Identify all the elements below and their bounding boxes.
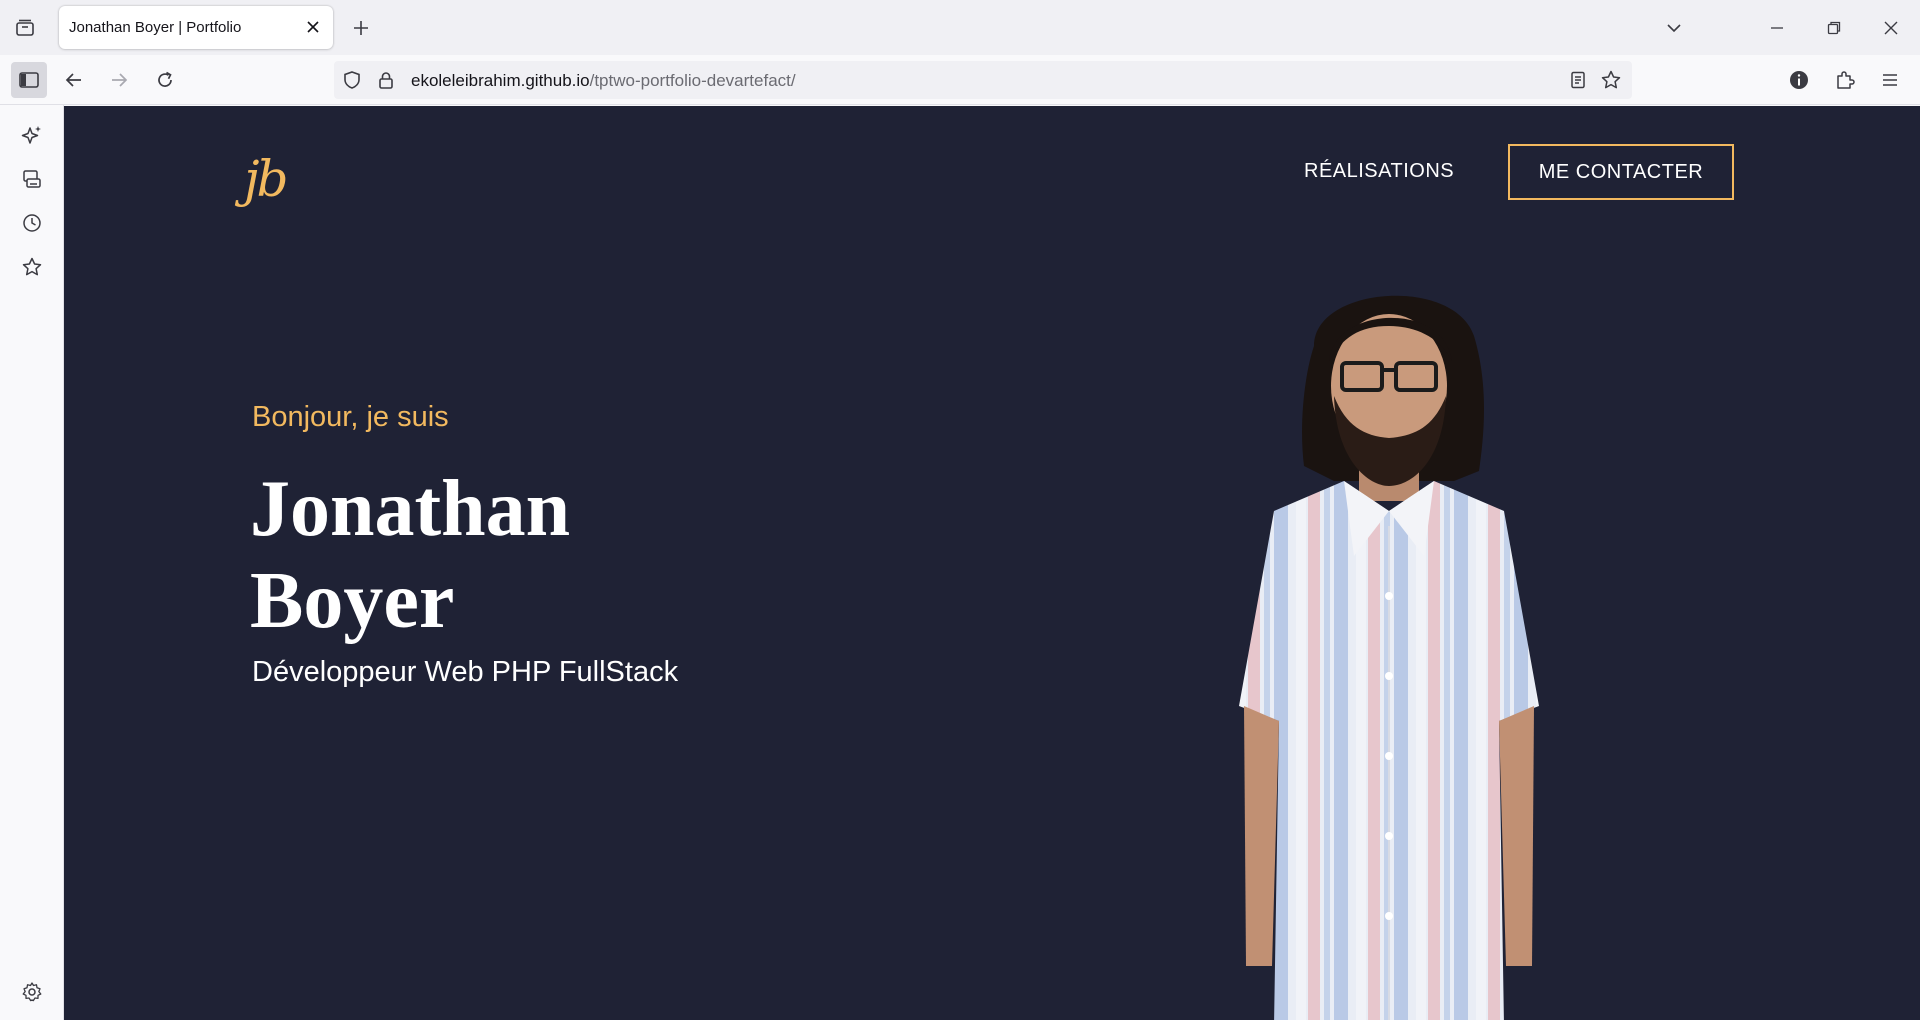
reload-icon[interactable] bbox=[147, 62, 183, 98]
url-path: /tptwo-portfolio-devartefact/ bbox=[589, 71, 796, 90]
sidebar bbox=[0, 105, 64, 1020]
reader-view-icon[interactable] bbox=[1568, 70, 1588, 95]
chevron-down-icon[interactable] bbox=[1659, 13, 1689, 43]
portrait-photo bbox=[1239, 295, 1539, 1020]
hero-name: Jonathan Boyer bbox=[250, 463, 570, 647]
synced-tabs-icon[interactable] bbox=[16, 163, 48, 195]
bookmarks-star-icon[interactable] bbox=[16, 251, 48, 283]
list-all-tabs-icon[interactable] bbox=[10, 14, 40, 42]
nav-realisations-link[interactable]: RÉALISATIONS bbox=[1304, 160, 1454, 183]
hero-role: Développeur Web PHP FullStack bbox=[252, 656, 679, 688]
hero-last-name: Boyer bbox=[250, 557, 455, 645]
portfolio-page: jb RÉALISATIONS ME CONTACTER Bonjour, je… bbox=[64, 106, 1920, 1020]
restore-icon[interactable] bbox=[1819, 13, 1849, 43]
hero-greeting: Bonjour, je suis bbox=[252, 401, 449, 433]
tab-strip: Jonathan Boyer | Portfolio bbox=[0, 0, 1920, 55]
site-logo[interactable]: jb bbox=[244, 150, 288, 208]
close-window-icon[interactable] bbox=[1876, 13, 1906, 43]
clock-icon[interactable] bbox=[16, 207, 48, 239]
minimize-icon[interactable] bbox=[1762, 13, 1792, 43]
puzzle-icon[interactable] bbox=[1827, 62, 1863, 98]
url-host: ekoleleibrahim.github.io bbox=[411, 71, 590, 90]
info-icon[interactable] bbox=[1781, 62, 1817, 98]
active-tab[interactable]: Jonathan Boyer | Portfolio bbox=[59, 6, 333, 49]
close-icon[interactable] bbox=[303, 17, 323, 37]
hero-first-name: Jonathan bbox=[250, 465, 571, 553]
lock-icon[interactable] bbox=[376, 70, 396, 95]
gear-icon[interactable] bbox=[16, 976, 48, 1008]
shield-icon[interactable] bbox=[342, 70, 362, 95]
arrow-right-icon[interactable] bbox=[101, 62, 137, 98]
sidebar-icon[interactable] bbox=[11, 62, 47, 98]
star-icon[interactable] bbox=[1600, 69, 1622, 96]
hamburger-menu-icon[interactable] bbox=[1872, 62, 1908, 98]
arrow-left-icon[interactable] bbox=[56, 62, 92, 98]
navigation-toolbar: ekoleleibrahim.github.io/tptwo-portfolio… bbox=[0, 55, 1920, 105]
sparkle-icon[interactable] bbox=[16, 119, 48, 151]
url-bar[interactable]: ekoleleibrahim.github.io/tptwo-portfolio… bbox=[334, 61, 1632, 99]
url-text[interactable]: ekoleleibrahim.github.io/tptwo-portfolio… bbox=[411, 71, 796, 91]
contact-button[interactable]: ME CONTACTER bbox=[1508, 144, 1734, 200]
plus-icon[interactable] bbox=[347, 14, 375, 42]
tab-title: Jonathan Boyer | Portfolio bbox=[69, 19, 242, 36]
